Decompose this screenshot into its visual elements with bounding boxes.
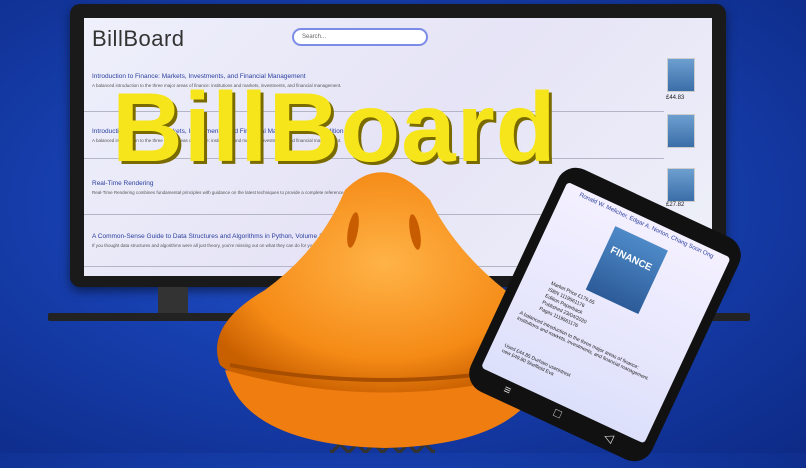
back-icon[interactable]: ◁ [602,429,616,446]
book-price: £44.83 [666,95,685,101]
book-cover-thumb[interactable] [667,58,695,92]
offers-table: Used £44.85 Durham userintrest new £49.8… [501,343,642,417]
menu-icon[interactable]: ≡ [501,382,513,398]
site-logo: BillBoard [92,26,185,51]
cover-title: FINANCE [608,244,654,274]
home-icon[interactable]: □ [551,405,563,421]
book-cover-thumb[interactable] [667,168,695,202]
billboard-support [158,287,188,313]
search-input[interactable]: Search... [292,28,428,46]
book-cover: FINANCE [585,226,668,315]
page-title: BillBoard [112,72,557,182]
book-cover-thumb[interactable] [667,114,695,148]
book-price: £27.82 [666,202,685,208]
